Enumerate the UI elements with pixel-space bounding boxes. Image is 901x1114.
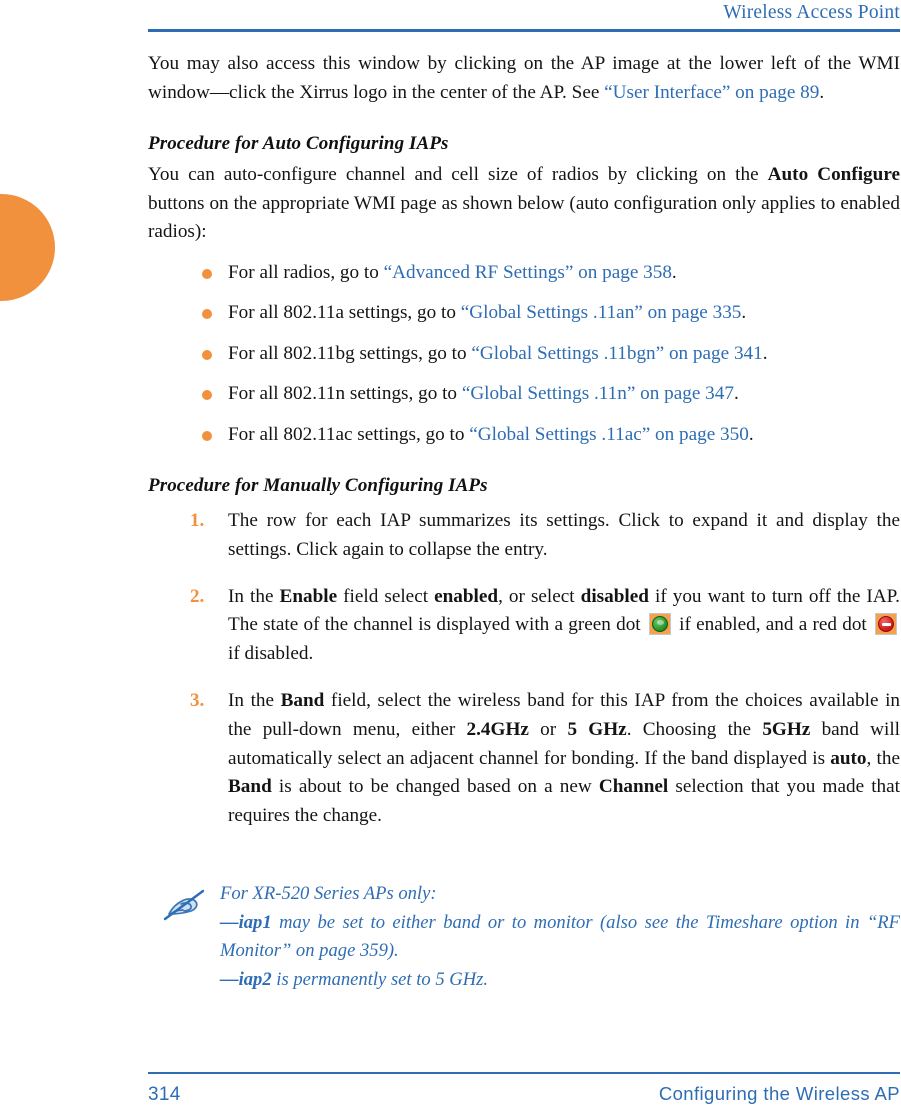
page-content: You may also access this window by click… xyxy=(148,46,900,849)
step-text-s3: or xyxy=(528,718,568,740)
step-item-2: 2. In the Enable field select enabled, or… xyxy=(148,583,900,669)
note-text: For XR-520 Series APs only: —iap1 may be… xyxy=(220,880,900,994)
bullet-text: For all radios, go to xyxy=(228,261,384,283)
chapter-edge-tab xyxy=(0,194,55,301)
footer-section-title: Configuring the Wireless AP xyxy=(658,1083,900,1104)
note-line2-dash: — xyxy=(220,911,239,933)
step-text-s6: if disabled. xyxy=(228,643,314,665)
bullet-dot-icon xyxy=(202,430,212,441)
auto-config-links-list: For all radios, go to “Advanced RF Setti… xyxy=(148,259,900,449)
band-5ghz-alt-bold: 5GHz xyxy=(762,718,811,740)
auto-para-part1: You can auto-configure channel and cell … xyxy=(148,164,768,186)
band-field-bold-2: Band xyxy=(228,776,272,798)
step-text-s4: . Choosing the xyxy=(626,718,763,740)
bullet-link[interactable]: “Global Settings .11n” on page 347 xyxy=(462,383,734,404)
document-page: Wireless Access Point You may also acces… xyxy=(0,0,901,1114)
note-iap2-bold: iap2 xyxy=(238,968,272,990)
note-line-1: For XR-520 Series APs only: xyxy=(220,883,437,904)
bullet-dot-icon xyxy=(202,268,212,279)
intro-paragraph: You may also access this window by click… xyxy=(148,50,900,107)
note-line3-dash: — xyxy=(220,968,239,990)
manual-config-steps: 1. The row for each IAP summarizes its se… xyxy=(148,507,900,831)
user-interface-link[interactable]: “User Interface” on page 89 xyxy=(604,82,819,103)
band-5ghz-bold: 5 GHz xyxy=(567,718,627,740)
list-item: For all 802.11n settings, go to “Global … xyxy=(148,380,900,408)
bullet-text: For all 802.11n settings, go to xyxy=(228,383,462,405)
page-footer: 314 Configuring the Wireless AP xyxy=(148,1072,900,1106)
red-status-dot-icon xyxy=(875,613,898,636)
green-status-dot-icon xyxy=(648,613,671,636)
list-item: For all 802.11a settings, go to “Global … xyxy=(148,299,900,327)
note-callout: For XR-520 Series APs only: —iap1 may be… xyxy=(148,880,900,994)
enable-field-bold: Enable xyxy=(279,585,338,607)
step-number: 2. xyxy=(190,585,205,607)
list-item: For all 802.11ac settings, go to “Global… xyxy=(148,421,900,449)
bullet-text: For all 802.11ac settings, go to xyxy=(228,423,470,445)
manual-config-heading: Procedure for Manually Configuring IAPs xyxy=(148,474,488,496)
note-line-2: —iap1 may be set to either band or to mo… xyxy=(220,909,900,966)
auto-configure-bold: Auto Configure xyxy=(767,164,901,186)
header-title: Wireless Access Point xyxy=(723,2,900,23)
bullet-tail: . xyxy=(733,383,739,405)
step-item-3: 3. In the Band field, select the wireless… xyxy=(148,687,900,831)
header-divider xyxy=(148,29,900,32)
bullet-tail: . xyxy=(762,342,768,364)
note-pencil-icon xyxy=(148,880,220,922)
bullet-text: For all 802.11bg settings, go to xyxy=(228,342,472,364)
disabled-value-bold: disabled xyxy=(580,585,649,607)
step-number: 3. xyxy=(190,689,205,711)
bullet-link[interactable]: “Global Settings .11ac” on page 350 xyxy=(469,424,749,445)
footer-page-number: 314 xyxy=(148,1084,181,1105)
note-line2-rest: may be set to either band or to monitor … xyxy=(220,911,900,962)
page-header: Wireless Access Point xyxy=(148,0,900,32)
auto-config-heading: Procedure for Auto Configuring IAPs xyxy=(148,133,449,155)
note-iap1-bold: iap1 xyxy=(238,911,272,933)
enabled-value-bold: enabled xyxy=(434,585,499,607)
auto-para-part2: buttons on the appropriate WMI page as s… xyxy=(148,192,900,243)
bullet-tail: . xyxy=(671,261,677,283)
step-number: 1. xyxy=(190,509,205,531)
bullet-text: For all 802.11a settings, go to xyxy=(228,302,461,324)
step-text-s3: , or select xyxy=(498,585,581,607)
step-text-s1: In the xyxy=(228,585,280,607)
note-line3-rest: is permanently set to 5 GHz. xyxy=(271,968,489,990)
bullet-dot-icon xyxy=(202,309,212,320)
step-text-s7: is about to be changed based on a new xyxy=(271,776,599,798)
footer-row: 314 Configuring the Wireless AP xyxy=(148,1074,900,1106)
step-text-s6: , the xyxy=(866,747,900,769)
note-line-3: —iap2 is permanently set to 5 GHz. xyxy=(220,966,900,995)
intro-text-part3: . xyxy=(819,81,825,103)
step-text: The row for each IAP summarizes its sett… xyxy=(228,509,900,560)
bullet-dot-icon xyxy=(202,349,212,360)
bullet-link[interactable]: “Advanced RF Settings” on page 358 xyxy=(384,262,672,283)
band-auto-bold: auto xyxy=(830,747,867,769)
step-text-s5: if enabled, and a red dot xyxy=(673,614,873,636)
band-24ghz-bold: 2.4GHz xyxy=(466,718,529,740)
list-item: For all radios, go to “Advanced RF Setti… xyxy=(148,259,900,287)
step-text-s2: field select xyxy=(337,585,435,607)
intro-em-dash: — xyxy=(209,81,230,103)
bullet-tail: . xyxy=(748,423,754,445)
bullet-tail: . xyxy=(741,302,747,324)
bullet-dot-icon xyxy=(202,390,212,401)
auto-config-paragraph: You can auto-configure channel and cell … xyxy=(148,161,900,247)
step-text-s1: In the xyxy=(228,689,281,711)
band-field-bold: Band xyxy=(280,689,325,711)
bullet-link[interactable]: “Global Settings .11bgn” on page 341 xyxy=(471,343,762,364)
bullet-link[interactable]: “Global Settings .11an” on page 335 xyxy=(461,302,742,323)
channel-field-bold: Channel xyxy=(598,776,669,798)
list-item: For all 802.11bg settings, go to “Global… xyxy=(148,340,900,368)
step-item-1: 1. The row for each IAP summarizes its se… xyxy=(148,507,900,565)
intro-text-part2: click the Xirrus logo in the center of t… xyxy=(229,81,605,103)
